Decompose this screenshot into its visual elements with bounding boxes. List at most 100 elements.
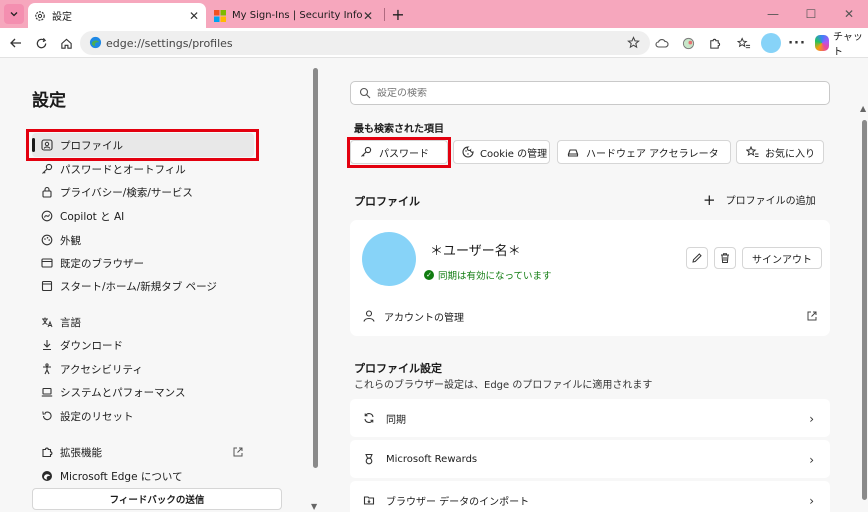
sidebar-item-system[interactable]: システムとパフォーマンス (32, 380, 254, 404)
delete-profile-button[interactable] (714, 247, 736, 269)
settings-search[interactable] (350, 81, 830, 105)
sidebar-item-languages[interactable]: 言語 (32, 310, 254, 334)
profile-settings-subtitle: これらのブラウザー設定は、Edge のプロファイルに適用されます (354, 380, 653, 391)
new-tab-button[interactable]: + (389, 4, 407, 24)
person-icon (363, 310, 375, 322)
gear-icon (35, 10, 45, 21)
close-icon[interactable]: ✕ (362, 9, 374, 23)
tab-strip: 設定 ✕ My Sign-Ins | Security Info | Micro… (0, 0, 868, 28)
download-icon (40, 338, 54, 352)
scroll-up-icon[interactable]: ▲ (860, 104, 866, 113)
sidebar-item-label: プライバシー/検索/サービス (60, 186, 193, 199)
setting-row-import[interactable]: ブラウザー データのインポート › (350, 481, 830, 512)
sidebar-item-label: システムとパフォーマンス (60, 386, 186, 399)
sidebar-item-default-browser[interactable]: 既定のブラウザー (32, 251, 254, 275)
refresh-icon (36, 37, 46, 48)
sidebar-item-accessibility[interactable]: アクセシビリティ (32, 357, 254, 381)
maximize-icon: ☐ (805, 7, 817, 21)
copilot-icon (815, 35, 830, 51)
sidebar-scrollbar[interactable] (313, 68, 318, 468)
browser-icon (40, 256, 54, 270)
sync-status-text: 同期は有効になっています (438, 271, 552, 282)
browser-essentials-button[interactable] (678, 33, 698, 53)
sidebar-item-start-home[interactable]: スタート/ホーム/新規タブ ページ (32, 274, 254, 298)
sidebar-item-passwords[interactable]: パスワードとオートフィル (32, 157, 254, 181)
chip-hardware-acceleration[interactable]: ハードウェア アクセラレータ (557, 140, 731, 164)
lock-icon (40, 185, 54, 199)
edit-profile-button[interactable] (686, 247, 708, 269)
plus-icon: + (391, 4, 405, 24)
chevron-down-icon (10, 12, 18, 17)
minimize-button[interactable]: — (758, 4, 788, 24)
sign-out-button[interactable]: サインアウト (742, 247, 822, 269)
main-scrollbar[interactable] (862, 120, 867, 500)
sidebar-item-extensions[interactable]: 拡張機能 (32, 440, 254, 464)
chip-favorites[interactable]: お気に入り (736, 140, 824, 164)
appearance-icon (40, 233, 54, 247)
favorite-star-icon[interactable] (627, 36, 640, 49)
sidebar-item-label: 設定のリセット (60, 410, 134, 423)
copilot-icon (40, 209, 54, 223)
sidebar-item-profiles[interactable]: プロファイル (32, 133, 254, 157)
sidebar-item-about[interactable]: Microsoft Edge について (32, 464, 254, 488)
cloud-icon (655, 38, 669, 48)
setting-row-label: 同期 (386, 414, 406, 426)
setting-row-sync[interactable]: 同期 › (350, 399, 830, 437)
tracking-prevention-button[interactable] (652, 33, 672, 53)
plus-icon: + (703, 190, 716, 209)
chip-cookies[interactable]: Cookie の管理 (453, 140, 550, 164)
rewards-icon (362, 452, 376, 466)
user-card-icon (40, 138, 54, 152)
send-feedback-button[interactable]: フィードバックの送信 (32, 488, 282, 510)
profile-avatar-button[interactable] (761, 33, 781, 53)
close-icon[interactable]: ✕ (188, 9, 200, 23)
sidebar-item-label: 外観 (60, 234, 81, 247)
extensions-button[interactable] (704, 33, 724, 53)
address-url: edge://settings/profiles (106, 36, 233, 50)
sidebar-item-label: Copilot と AI (60, 210, 125, 223)
favorites-button[interactable] (734, 33, 754, 53)
essentials-icon (682, 37, 694, 49)
sidebar-item-copilot[interactable]: Copilot と AI (32, 204, 254, 228)
maximize-button[interactable]: ☐ (796, 4, 826, 24)
copilot-chat-button[interactable]: チャット (815, 32, 868, 58)
tab-actions-button[interactable] (4, 4, 24, 24)
chip-passwords[interactable]: パスワード (350, 140, 448, 164)
copilot-label: チャット (833, 32, 863, 58)
tab-settings[interactable]: 設定 ✕ (28, 3, 206, 28)
sidebar-item-downloads[interactable]: ダウンロード (32, 333, 254, 357)
profile-user-name: ＊ユーザー名＊ (430, 244, 521, 259)
tab-title: My Sign-Ins | Security Info | Microsoft (232, 10, 362, 21)
back-button[interactable] (6, 33, 26, 53)
sync-icon (362, 411, 376, 425)
sidebar-item-reset[interactable]: 設定のリセット (32, 404, 254, 428)
browser-toolbar: edge://settings/profiles ··· チャット (0, 28, 868, 58)
manage-account-row[interactable]: アカウントの管理 (362, 306, 818, 326)
reset-icon (40, 409, 54, 423)
open-external-icon[interactable] (806, 310, 818, 322)
close-window-button[interactable]: ✕ (834, 4, 864, 24)
scroll-down-icon[interactable]: ▼ (311, 502, 317, 511)
check-circle-icon: ✓ (424, 270, 434, 280)
add-profile-button[interactable]: + プロファイルの追加 (703, 192, 816, 207)
sidebar-item-privacy[interactable]: プライバシー/検索/サービス (32, 180, 254, 204)
puzzle-icon (709, 38, 720, 49)
sidebar-item-label: ダウンロード (60, 339, 123, 352)
sidebar-item-appearance[interactable]: 外観 (32, 228, 254, 252)
setting-row-label: ブラウザー データのインポート (386, 496, 530, 508)
avatar (362, 232, 416, 286)
tab-my-sign-ins[interactable]: My Sign-Ins | Security Info | Microsoft … (208, 3, 380, 28)
chip-label: お気に入り (765, 148, 815, 160)
home-button[interactable] (56, 33, 76, 53)
setting-row-rewards[interactable]: Microsoft Rewards › (350, 440, 830, 478)
address-bar[interactable]: edge://settings/profiles (80, 31, 650, 55)
accessibility-icon (40, 362, 54, 376)
chevron-right-icon: › (809, 412, 814, 426)
refresh-button[interactable] (31, 33, 51, 53)
edge-logo-icon (89, 36, 102, 49)
setting-row-label: Microsoft Rewards (386, 453, 478, 465)
more-options-button[interactable]: ··· (787, 33, 807, 53)
search-input[interactable] (377, 87, 797, 99)
sidebar-item-label: 言語 (60, 316, 81, 329)
sidebar-item-label: Microsoft Edge について (60, 470, 183, 483)
